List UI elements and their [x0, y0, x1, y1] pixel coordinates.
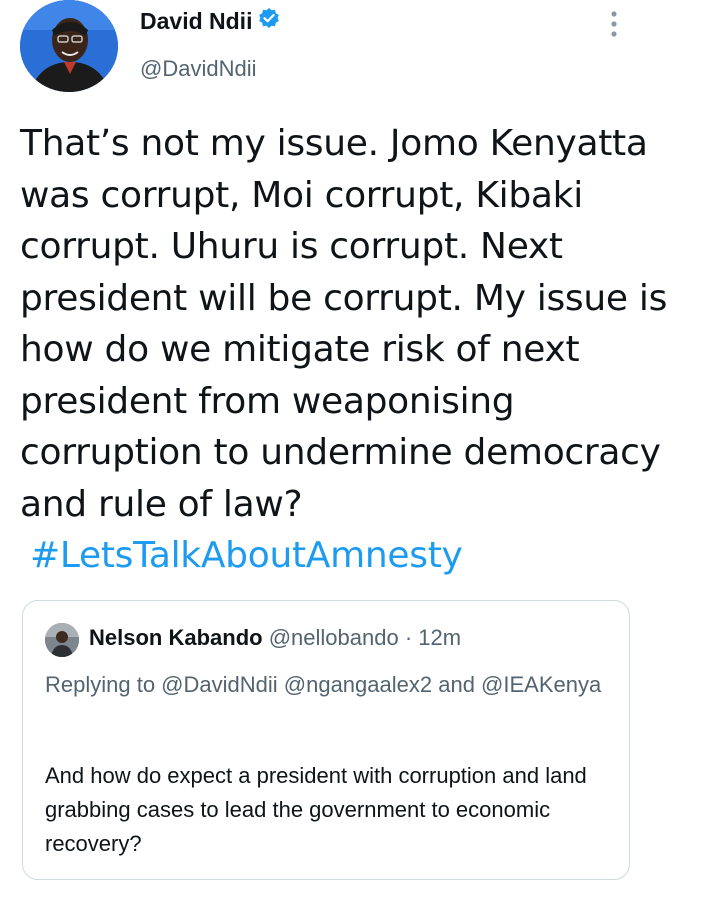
quoted-author-avatar	[45, 623, 79, 657]
quoted-tweet-text: And how do expect a president with corru…	[45, 763, 587, 856]
more-options-icon[interactable]	[602, 8, 626, 42]
author-handle[interactable]: @DavidNdii	[140, 56, 256, 82]
author-avatar[interactable]	[20, 0, 118, 92]
author-name-text: David Ndii	[140, 8, 253, 34]
tweet-body: That’s not my issue. Jomo Kenyatta was c…	[20, 123, 668, 525]
quoted-header: Nelson Kabando @nellobando · 12m	[89, 625, 461, 651]
tweet: David Ndii @DavidNdii That’s not my issu…	[0, 0, 720, 900]
replying-to-text: Replying to @DavidNdii @ngangaalex2 and …	[45, 672, 602, 697]
quoted-tweet[interactable]: Nelson Kabando @nellobando · 12m Replyin…	[22, 600, 630, 880]
quoted-timestamp: 12m	[418, 625, 462, 650]
verified-badge-icon	[258, 7, 280, 35]
quoted-author-handle: @nellobando	[268, 625, 399, 650]
author-name[interactable]: David Ndii	[140, 7, 280, 37]
tweet-text: That’s not my issue. Jomo Kenyatta was c…	[20, 118, 700, 582]
quoted-separator: ·	[404, 625, 413, 650]
quoted-author-name: Nelson Kabando	[89, 625, 263, 650]
hashtag-link[interactable]: #LetsTalkAboutAmnesty	[30, 535, 463, 576]
